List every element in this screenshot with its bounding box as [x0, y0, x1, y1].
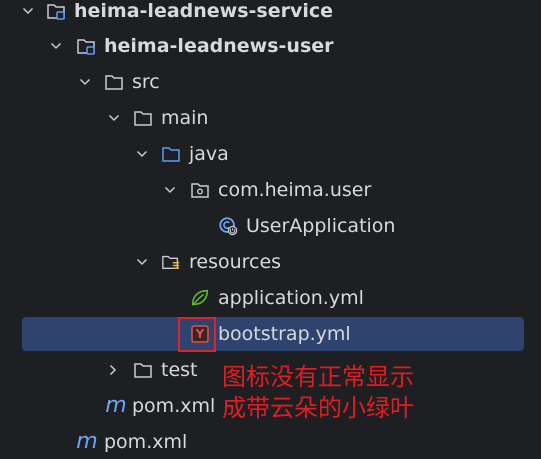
source-folder-icon	[161, 144, 181, 164]
annotation-line-2: 成带云朵的小绿叶	[222, 394, 414, 422]
tree-item-label: main	[161, 107, 209, 129]
chevron-down-icon[interactable]	[136, 256, 148, 268]
tree-item-heima-leadnews-user[interactable]: heima-leadnews-user	[0, 29, 541, 63]
tree-item-label: com.heima.user	[218, 179, 372, 201]
module-folder-icon	[76, 36, 96, 56]
chevron-down-icon[interactable]	[22, 5, 34, 17]
tree-item-src[interactable]: src	[0, 65, 541, 99]
tree-item-label: application.yml	[218, 287, 364, 309]
tree-item-resources[interactable]: resources	[0, 245, 541, 279]
resources-folder-icon	[161, 252, 181, 272]
chevron-down-icon[interactable]	[164, 184, 176, 196]
maven-icon: m	[104, 393, 128, 418]
tree-item-label: bootstrap.yml	[218, 323, 351, 345]
tree-item-heima-leadnews-service[interactable]: heima-leadnews-service	[0, 0, 541, 28]
package-icon	[190, 180, 210, 200]
tree-item-label: heima-leadnews-user	[104, 35, 334, 57]
maven-icon-letter: m	[76, 429, 98, 454]
tree-item-label: heima-leadnews-service	[74, 0, 334, 22]
maven-icon-letter: m	[105, 393, 127, 418]
tree-item-label: pom.xml	[132, 395, 216, 417]
tree-item-label: UserApplication	[246, 215, 396, 237]
spring-leaf-icon	[190, 288, 210, 308]
spring-boot-class-icon	[218, 216, 238, 236]
tree-item-main[interactable]: main	[0, 101, 541, 135]
chevron-down-icon[interactable]	[50, 40, 62, 52]
folder-icon	[133, 360, 153, 380]
tree-item-label: src	[132, 71, 160, 93]
tree-item-label: resources	[189, 251, 282, 273]
chevron-down-icon[interactable]	[108, 112, 120, 124]
folder-icon	[104, 72, 124, 92]
tree-item-java[interactable]: java	[0, 137, 541, 171]
chevron-down-icon[interactable]	[79, 76, 91, 88]
chevron-down-icon[interactable]	[136, 148, 148, 160]
tree-item-label: java	[189, 143, 229, 165]
tree-item-com-heima-user[interactable]: com.heima.user	[0, 173, 541, 207]
highlight-box	[178, 317, 216, 352]
tree-item-pom-xml-service[interactable]: m pom.xml	[0, 425, 541, 459]
folder-icon	[133, 108, 153, 128]
tree-item-label: pom.xml	[104, 431, 188, 453]
tree-item-user-application[interactable]: UserApplication	[0, 209, 541, 243]
maven-icon: m	[75, 429, 99, 454]
tree-item-label: test	[161, 359, 198, 381]
tree-item-bootstrap-yml[interactable]: Y bootstrap.yml	[22, 317, 524, 351]
annotation-line-1: 图标没有正常显示	[222, 363, 414, 391]
module-folder-icon	[46, 1, 66, 21]
chevron-right-icon[interactable]	[107, 364, 119, 376]
tree-item-application-yml[interactable]: application.yml	[0, 281, 541, 315]
